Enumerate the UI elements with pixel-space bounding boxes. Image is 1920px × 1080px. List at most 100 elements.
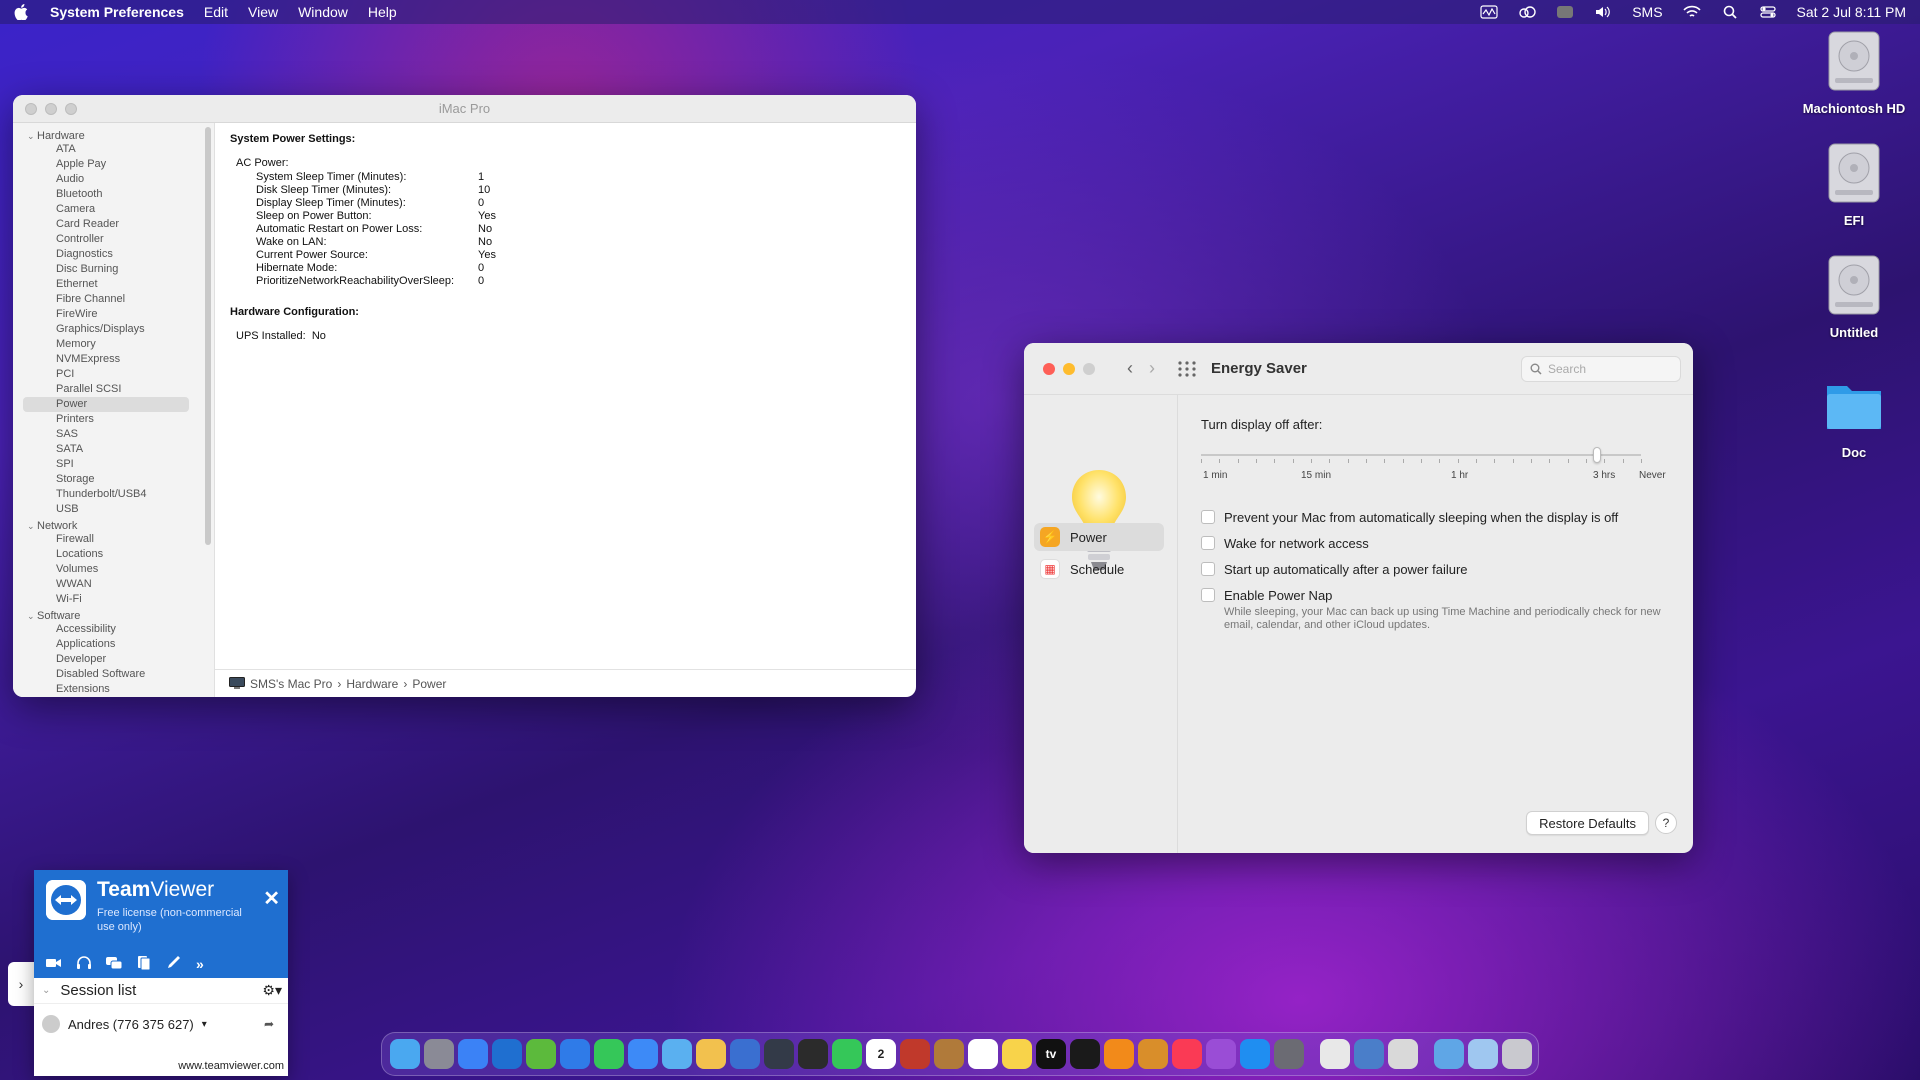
- sidebar-item-thunderbolt-usb4[interactable]: Thunderbolt/USB4: [13, 487, 214, 502]
- dock-notes-icon[interactable]: [1002, 1039, 1032, 1069]
- dock-photos-icon[interactable]: [696, 1039, 726, 1069]
- forward-chevron-icon[interactable]: ›: [1149, 358, 1155, 379]
- contact-row[interactable]: Andres (776 375 627) ▾ ➦: [34, 1004, 288, 1044]
- file-transfer-icon[interactable]: [136, 956, 152, 970]
- disclosure-chevron-icon[interactable]: ⌄: [42, 985, 50, 996]
- session-list-header[interactable]: ⌄ Session list ⚙▾: [34, 978, 288, 1004]
- checkbox[interactable]: [1201, 562, 1215, 576]
- path-item[interactable]: Power: [412, 677, 446, 691]
- tab-schedule[interactable]: ▦ Schedule: [1034, 555, 1164, 583]
- checkbox[interactable]: [1201, 536, 1215, 550]
- menu-clock[interactable]: Sat 2 Jul 8:11 PM: [1797, 4, 1906, 20]
- sidebar-item-audio[interactable]: Audio: [13, 172, 214, 187]
- dock-reminders-icon[interactable]: [968, 1039, 998, 1069]
- dock-vlc-icon[interactable]: [1104, 1039, 1134, 1069]
- sidebar-item-locations[interactable]: Locations: [13, 547, 214, 562]
- zoom-button[interactable]: [65, 102, 77, 115]
- dock-launchpad-icon[interactable]: [424, 1039, 454, 1069]
- dock-mail-icon[interactable]: [628, 1039, 658, 1069]
- gear-icon[interactable]: ⚙▾: [262, 982, 282, 999]
- window-titlebar[interactable]: iMac Pro: [13, 95, 916, 123]
- sidebar-item-sata[interactable]: SATA: [13, 442, 214, 457]
- sidebar-item-developer[interactable]: Developer: [13, 652, 214, 667]
- dock-infuse-icon[interactable]: [1070, 1039, 1100, 1069]
- close-button[interactable]: [1043, 362, 1055, 375]
- dock-books-icon[interactable]: [934, 1039, 964, 1069]
- menu-edit[interactable]: Edit: [204, 4, 228, 20]
- sidebar-item-ata[interactable]: ATA: [13, 142, 214, 157]
- dock-network-icon[interactable]: [1354, 1039, 1384, 1069]
- sidebar-item-card-reader[interactable]: Card Reader: [13, 217, 214, 232]
- path-computer[interactable]: SMS's Mac Pro: [250, 677, 332, 691]
- dock-facetime-icon[interactable]: [832, 1039, 862, 1069]
- search-field[interactable]: Search: [1521, 355, 1681, 382]
- sidebar-item-printers[interactable]: Printers: [13, 412, 214, 427]
- dock-screenshot-icon[interactable]: [764, 1039, 794, 1069]
- teamviewer-url[interactable]: www.teamviewer.com: [178, 1060, 284, 1072]
- tree-group-software[interactable]: ⌄ Software: [13, 607, 214, 622]
- activity-monitor-icon[interactable]: [1480, 5, 1498, 19]
- sidebar-item-storage[interactable]: Storage: [13, 472, 214, 487]
- chevron-down-icon[interactable]: ▾: [202, 1019, 207, 1030]
- display-off-slider[interactable]: 1 min 15 min 1 hr 3 hrs Never: [1201, 442, 1666, 482]
- dock-final-cut-icon[interactable]: [798, 1039, 828, 1069]
- option-wake-network[interactable]: Wake for network access: [1201, 534, 1671, 552]
- slider-track[interactable]: [1201, 454, 1641, 456]
- spotlight-icon[interactable]: [1721, 5, 1739, 19]
- menu-window[interactable]: Window: [298, 4, 348, 20]
- sidebar-item-camera[interactable]: Camera: [13, 202, 214, 217]
- dock-pages-icon[interactable]: [458, 1039, 488, 1069]
- dock-calendar-icon[interactable]: 2: [866, 1039, 896, 1069]
- desktop-icon-doc[interactable]: Doc: [1789, 374, 1919, 460]
- dock-mail-folder-icon[interactable]: [1468, 1039, 1498, 1069]
- menu-app-name[interactable]: System Preferences: [50, 4, 184, 20]
- apple-icon[interactable]: [14, 4, 28, 20]
- sidebar-item-apple-pay[interactable]: Apple Pay: [13, 157, 214, 172]
- video-call-icon[interactable]: [46, 956, 62, 970]
- sidebar-item-graphics-displays[interactable]: Graphics/Displays: [13, 322, 214, 337]
- sidebar-item-firewire[interactable]: FireWire: [13, 307, 214, 322]
- zoom-button[interactable]: [1083, 362, 1095, 375]
- menu-view[interactable]: View: [248, 4, 278, 20]
- minimize-button[interactable]: [1063, 362, 1075, 375]
- sidebar-item-pci[interactable]: PCI: [13, 367, 214, 382]
- dock-finder-icon[interactable]: [390, 1039, 420, 1069]
- window-toolbar[interactable]: ‹ › Energy Saver Search: [1024, 343, 1693, 395]
- headset-icon[interactable]: [76, 956, 92, 970]
- disclosure-chevron-icon[interactable]: ⌄: [27, 129, 37, 144]
- close-button[interactable]: [25, 102, 37, 115]
- sidebar-item-parallel-scsi[interactable]: Parallel SCSI: [13, 382, 214, 397]
- more-chevrons-icon[interactable]: »: [196, 956, 212, 972]
- draw-icon[interactable]: [166, 956, 182, 970]
- desktop-icon-untitled[interactable]: Untitled: [1789, 254, 1919, 340]
- connect-cursor-icon[interactable]: ➦: [264, 1017, 274, 1031]
- menu-user[interactable]: SMS: [1632, 4, 1662, 20]
- control-center-icon[interactable]: [1759, 5, 1777, 19]
- chat-icon[interactable]: [106, 956, 122, 970]
- sidebar-item-usb[interactable]: USB: [13, 502, 214, 517]
- sidebar-item-ethernet[interactable]: Ethernet: [13, 277, 214, 292]
- dock-music-icon[interactable]: [1172, 1039, 1202, 1069]
- dock-podcasts-icon[interactable]: [1206, 1039, 1236, 1069]
- path-section[interactable]: Hardware: [346, 677, 398, 691]
- sidebar-item-firewall[interactable]: Firewall: [13, 532, 214, 547]
- tree-group-hardware[interactable]: ⌄ Hardware: [13, 127, 214, 142]
- wifi-icon[interactable]: [1682, 5, 1701, 19]
- dock-codeedit-icon[interactable]: [1138, 1039, 1168, 1069]
- sidebar-item-fibre-channel[interactable]: Fibre Channel: [13, 292, 214, 307]
- sidebar-item-wi-fi[interactable]: Wi-Fi: [13, 592, 214, 607]
- sidebar-item-extensions[interactable]: Extensions: [13, 682, 214, 697]
- teamviewer-menu-icon[interactable]: [1556, 5, 1574, 19]
- sidebar-item-controller[interactable]: Controller: [13, 232, 214, 247]
- tree-group-network[interactable]: ⌄ Network: [13, 517, 214, 532]
- sidebar-item-memory[interactable]: Memory: [13, 337, 214, 352]
- checkbox[interactable]: [1201, 510, 1215, 524]
- sidebar-item-diagnostics[interactable]: Diagnostics: [13, 247, 214, 262]
- dock-trash-icon[interactable]: [1502, 1039, 1532, 1069]
- dock-maps-icon[interactable]: [662, 1039, 692, 1069]
- minimize-button[interactable]: [45, 102, 57, 115]
- option-prevent-sleep[interactable]: Prevent your Mac from automatically slee…: [1201, 508, 1671, 526]
- disclosure-chevron-icon[interactable]: ⌄: [27, 519, 37, 534]
- sidebar-item-power[interactable]: Power: [23, 397, 189, 412]
- chevron-right-icon[interactable]: ›: [19, 976, 24, 992]
